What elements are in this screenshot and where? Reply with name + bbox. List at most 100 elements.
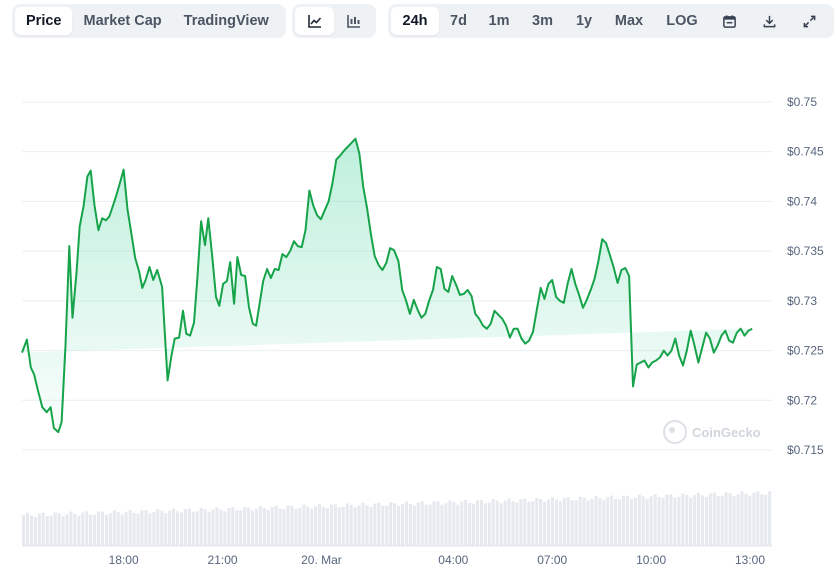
volume-bar <box>294 509 298 546</box>
volume-bar <box>333 504 337 546</box>
x-tick-label: 18:00 <box>109 553 139 567</box>
volume-bar <box>432 501 436 546</box>
volume-bar <box>404 501 408 546</box>
volume-bar <box>29 515 33 546</box>
volume-bar <box>306 506 310 546</box>
volume-bar <box>310 508 314 546</box>
volume-bar <box>728 493 732 546</box>
volume-bar <box>41 512 45 546</box>
y-axis: $0.715 $0.72 $0.725 $0.73 $0.735 $0.74 $0.745 $… <box>787 95 824 457</box>
volume-bar <box>760 494 764 546</box>
volume-bar <box>61 516 65 546</box>
volume-bar <box>247 507 251 546</box>
volume-bar <box>499 503 503 546</box>
volume-bar <box>408 503 412 546</box>
volume-bar <box>515 502 519 546</box>
volume-bar <box>179 512 183 546</box>
volume-bar <box>128 509 132 546</box>
volume-bar <box>475 500 479 546</box>
volume-bar <box>89 514 93 546</box>
volume-bar <box>270 507 274 546</box>
volume-bar <box>100 511 104 546</box>
volume-bar <box>250 510 254 546</box>
volume-bar <box>318 504 322 546</box>
volume-bar <box>85 511 89 546</box>
volume-bar <box>290 505 294 546</box>
volume-bar <box>527 501 531 546</box>
x-tick-label: 21:00 <box>208 553 238 567</box>
volume-bar <box>33 516 37 546</box>
volume-bar <box>314 506 318 546</box>
volume-bar <box>582 497 586 546</box>
volume-bar <box>266 510 270 546</box>
y-tick-label: $0.75 <box>787 95 817 109</box>
volume-bar <box>724 492 728 546</box>
volume-bar <box>353 507 357 546</box>
volume-bar <box>732 496 736 546</box>
volume-bar <box>207 511 211 546</box>
volume-bar <box>649 496 653 546</box>
volume-bar <box>199 507 203 546</box>
volume-bar <box>440 504 444 546</box>
volume-bar <box>45 516 49 546</box>
volume-bar <box>77 515 81 546</box>
volume-bar <box>523 498 527 546</box>
volume-bar <box>144 510 148 546</box>
volume-bar <box>673 497 677 546</box>
coingecko-logo-icon <box>663 420 687 444</box>
volume-bar <box>25 512 29 546</box>
volume-bar <box>329 504 333 546</box>
volume-bar <box>633 497 637 546</box>
watermark-text: CoinGecko <box>692 425 761 440</box>
volume-bar <box>393 503 397 546</box>
volume-bar <box>547 499 551 546</box>
volume-bar <box>736 494 740 546</box>
volume-bars <box>22 491 772 546</box>
volume-bar <box>602 500 606 546</box>
volume-bar <box>254 508 258 546</box>
volume-bar <box>428 504 432 546</box>
volume-bar <box>286 505 290 546</box>
volume-bar <box>456 504 460 546</box>
volume-bar <box>764 494 768 546</box>
volume-bar <box>511 501 515 546</box>
volume-bar <box>519 499 523 546</box>
volume-bar <box>464 499 468 546</box>
volume-bar <box>637 494 641 546</box>
volume-bar <box>397 506 401 546</box>
volume-bar <box>65 514 69 546</box>
volume-bar <box>460 501 464 546</box>
volume-bar <box>124 511 128 546</box>
volume-bar <box>175 511 179 546</box>
volume-bar <box>369 506 373 546</box>
volume-bar <box>689 497 693 546</box>
volume-bar <box>448 500 452 546</box>
volume-bar <box>550 497 554 546</box>
price-chart[interactable]: $0.715 $0.72 $0.725 $0.73 $0.735 $0.74 $0.745 $… <box>0 0 836 577</box>
volume-bar <box>322 507 326 546</box>
volume-bar <box>645 498 649 546</box>
volume-bar <box>57 513 61 546</box>
y-tick-label: $0.73 <box>787 294 817 308</box>
volume-bar <box>37 513 41 546</box>
volume-bar <box>554 499 558 546</box>
volume-bar <box>168 510 172 546</box>
volume-bar <box>136 513 140 546</box>
volume-bar <box>262 508 266 546</box>
x-tick-label: 04:00 <box>438 553 468 567</box>
volume-bar <box>606 497 610 546</box>
volume-bar <box>495 500 499 546</box>
volume-bar <box>472 503 476 546</box>
volume-bar <box>191 511 195 546</box>
volume-bar <box>625 495 629 546</box>
y-tick-label: $0.735 <box>787 244 824 258</box>
price-area-fill <box>22 138 753 433</box>
volume-bar <box>160 510 164 546</box>
volume-bar <box>657 497 661 546</box>
volume-bar <box>491 499 495 546</box>
volume-bar <box>341 506 345 546</box>
y-tick-label: $0.715 <box>787 443 824 457</box>
volume-bar <box>195 511 199 546</box>
volume-bar <box>385 505 389 546</box>
volume-bar <box>345 503 349 546</box>
